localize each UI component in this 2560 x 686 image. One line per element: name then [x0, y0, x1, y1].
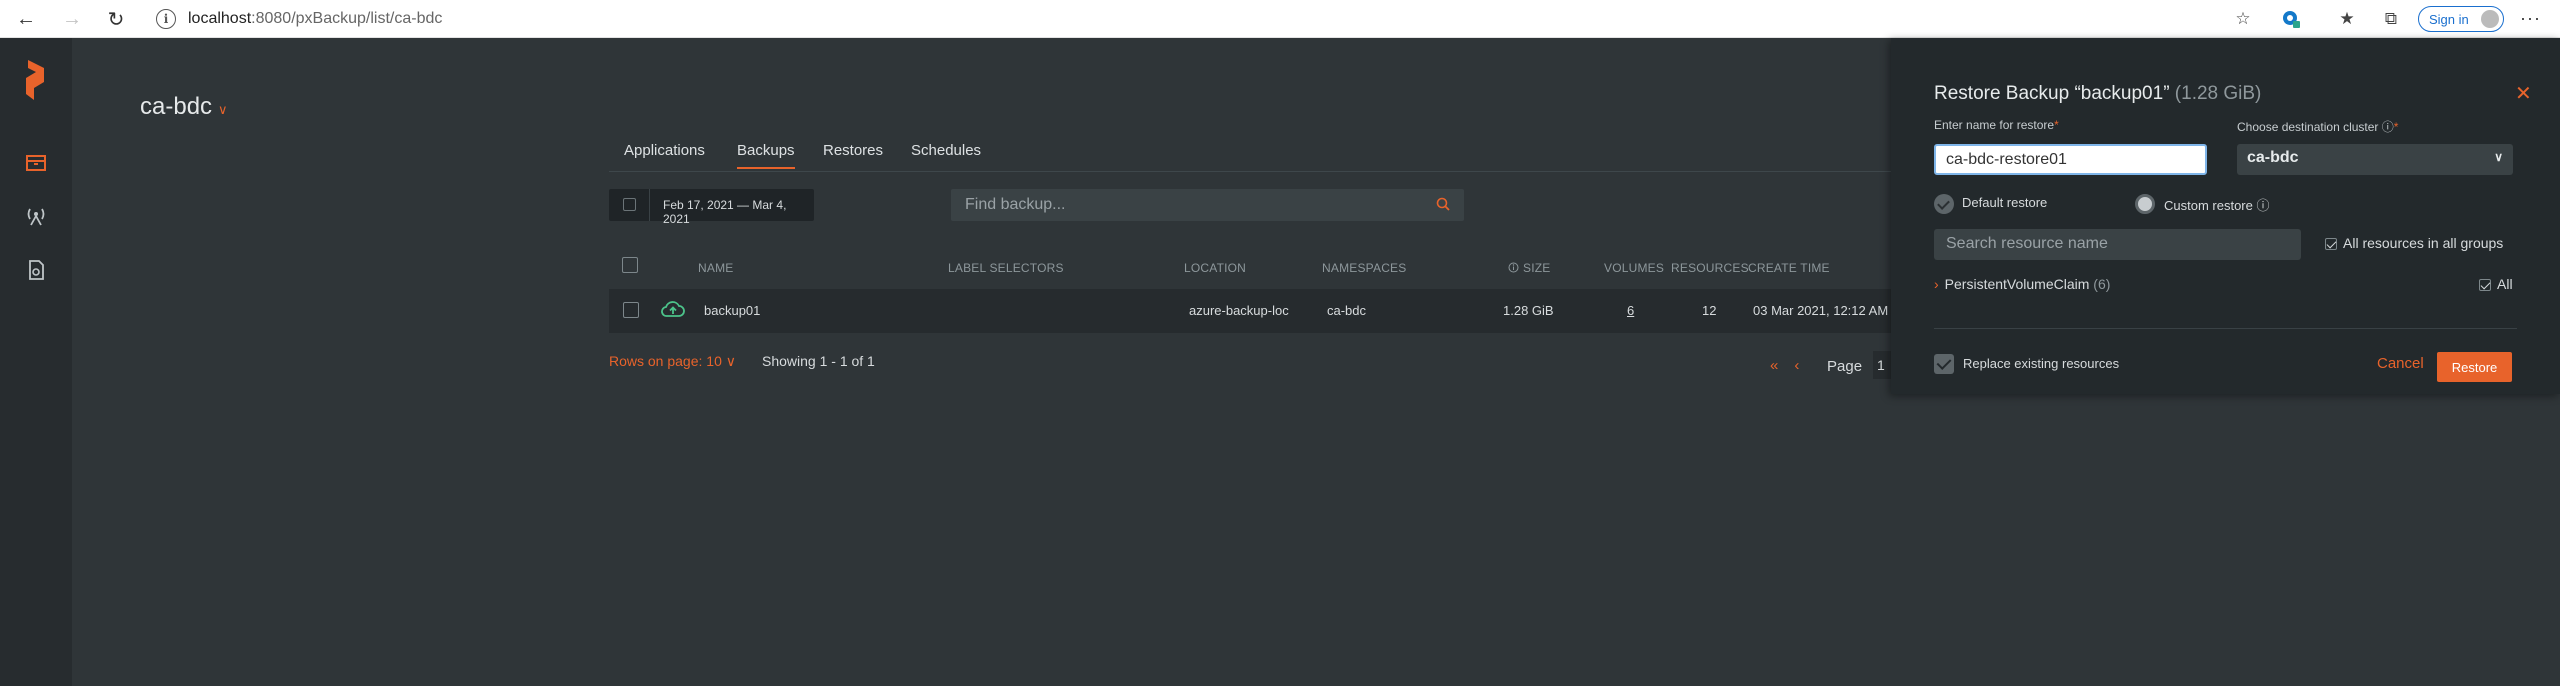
clusters-nav-icon[interactable]	[24, 204, 48, 228]
select-all-checkbox[interactable]	[622, 257, 638, 273]
chevron-down-icon: ∨	[218, 102, 228, 117]
column-header-resources: RESOURCES	[1671, 261, 1749, 275]
site-info-icon[interactable]: i	[156, 9, 176, 29]
required-marker: *	[2054, 118, 2059, 132]
tab-schedules[interactable]: Schedules	[911, 142, 981, 159]
forward-arrow-icon[interactable]: →	[60, 7, 84, 31]
backup-create-time: 03 Mar 2021, 12:12 AM	[1753, 303, 1889, 318]
group-all-checkbox[interactable]	[2479, 279, 2491, 291]
custom-restore-label: Custom restore ⓘ	[2164, 195, 2270, 214]
cloud-upload-icon	[661, 301, 685, 317]
browser-toolbar: ← → ↻ i localhost:8080/pxBackup/list/ca-…	[0, 0, 2560, 38]
panel-title: Restore Backup “backup01” (1.28 GiB)	[1934, 83, 2261, 105]
back-arrow-icon[interactable]: ←	[14, 7, 38, 31]
tab-restores[interactable]: Restores	[823, 142, 883, 159]
required-marker: *	[2393, 120, 2399, 134]
tab-backups[interactable]: Backups	[737, 142, 795, 169]
date-range-picker[interactable]: Feb 17, 2021 — Mar 4, 2021	[609, 189, 814, 226]
add-favorite-icon[interactable]: ☆	[2232, 8, 2254, 30]
column-header-create-time[interactable]: CREATE TIME	[1748, 261, 1830, 275]
backups-nav-icon[interactable]	[24, 150, 48, 174]
page-title: ca-bdc	[140, 93, 213, 120]
restore-name-label-text: Enter name for restore	[1934, 118, 2055, 132]
all-groups-checkbox[interactable]	[2325, 238, 2337, 250]
avatar-icon	[2481, 10, 2499, 28]
restore-backup-panel: Restore Backup “backup01” (1.28 GiB) ✕ E…	[1891, 38, 2560, 394]
divider	[649, 189, 650, 221]
info-icon	[1508, 262, 1519, 273]
size-header-label: SIZE	[1523, 261, 1551, 275]
backup-namespaces: ca-bdc	[1327, 303, 1367, 318]
rows-per-page-select[interactable]: Rows on page: 10 ∨	[609, 353, 736, 370]
showing-count: Showing 1 - 1 of 1	[762, 353, 875, 369]
backup-name[interactable]: backup01	[704, 303, 760, 318]
app-sidebar	[0, 38, 72, 686]
backup-resources: 12	[1702, 303, 1717, 318]
panel-title-text: Restore Backup “backup01”	[1934, 83, 2170, 104]
custom-restore-radio[interactable]	[2135, 194, 2155, 214]
restore-button[interactable]: Restore	[2437, 352, 2512, 382]
custom-restore-label-text: Custom restore	[2164, 198, 2253, 213]
backup-location: azure-backup-loc	[1189, 303, 1289, 318]
row-checkbox[interactable]	[623, 302, 639, 318]
column-header-volumes: VOLUMES	[1604, 261, 1665, 275]
chevron-down-icon: ∨	[725, 353, 736, 369]
rows-per-page-label: Rows on page: 10	[609, 353, 722, 369]
cluster-label-text: Choose destination cluster	[2237, 120, 2379, 134]
table-row[interactable]: backup01 azure-backup-loc ca-bdc 1.28 Gi…	[609, 289, 1899, 333]
all-groups-label: All resources in all groups	[2343, 235, 2504, 251]
info-icon: ⓘ	[2256, 198, 2270, 213]
url-host: localhost	[188, 10, 252, 27]
divider	[1934, 328, 2517, 329]
chevron-down-icon: ∨	[2494, 150, 2503, 164]
url-path: :8080/pxBackup/list/ca-bdc	[251, 10, 443, 27]
column-header-label-selectors: LABEL SELECTORS	[948, 261, 1064, 275]
group-all-label: All	[2497, 276, 2513, 292]
page-label: Page	[1827, 358, 1863, 375]
info-icon: ⓘ	[2381, 120, 2394, 134]
replace-existing-checkbox[interactable]	[1934, 354, 1954, 374]
address-bar[interactable]: localhost:8080/pxBackup/list/ca-bdc	[188, 10, 442, 28]
resource-group-toggle[interactable]: › PersistentVolumeClaim (6)	[1934, 276, 2110, 292]
close-icon[interactable]: ✕	[2515, 81, 2532, 106]
sign-in-button[interactable]: Sign in	[2418, 6, 2504, 32]
backup-volumes-link[interactable]: 6	[1627, 303, 1634, 318]
more-options-icon[interactable]: ···	[2520, 8, 2541, 29]
restore-name-label: Enter name for restore*	[1934, 118, 2059, 132]
column-header-size[interactable]: SIZE	[1508, 261, 1550, 275]
replace-existing-label: Replace existing resources	[1963, 356, 2120, 371]
column-header-namespaces: NAMESPACES	[1322, 261, 1407, 275]
restore-name-input[interactable]: ca-bdc-restore01	[1934, 144, 2207, 175]
find-backup-input[interactable]: Find backup...	[951, 189, 1464, 221]
default-restore-label: Default restore	[1962, 195, 2048, 210]
first-prev-page-icons[interactable]: «‹	[1770, 357, 1815, 374]
column-header-name[interactable]: NAME	[698, 261, 733, 275]
resource-group-name: PersistentVolumeClaim	[1944, 276, 2090, 292]
extension-icon[interactable]	[2280, 8, 2302, 30]
date-range-text: Feb 17, 2021 — Mar 4, 2021	[663, 198, 787, 226]
search-resource-input[interactable]: Search resource name	[1934, 229, 2301, 260]
cancel-button[interactable]: Cancel	[2377, 355, 2424, 372]
resource-group-count: (6)	[2093, 276, 2111, 292]
default-restore-radio[interactable]	[1934, 194, 1954, 214]
backup-size: 1.28 GiB	[1503, 303, 1554, 318]
find-backup-placeholder: Find backup...	[965, 196, 1066, 213]
collections-icon[interactable]: ⧉	[2380, 8, 2402, 30]
portworx-logo-icon[interactable]	[22, 58, 50, 102]
destination-cluster-value: ca-bdc	[2247, 149, 2299, 166]
sign-in-label: Sign in	[2429, 11, 2469, 27]
cluster-label: Choose destination cluster ⓘ*	[2237, 118, 2398, 135]
favorites-icon[interactable]: ★	[2336, 8, 2358, 30]
reload-icon[interactable]: ↻	[104, 7, 128, 31]
tab-bar: Applications Backups Restores Schedules	[609, 140, 1899, 172]
destination-cluster-select[interactable]: ca-bdc ∨	[2237, 144, 2513, 175]
chevron-right-icon: ›	[1934, 276, 1939, 292]
search-icon	[1436, 197, 1450, 211]
column-header-location[interactable]: LOCATION	[1184, 261, 1246, 275]
settings-nav-icon[interactable]	[24, 258, 48, 282]
calendar-icon	[623, 198, 636, 211]
panel-title-size: (1.28 GiB)	[2174, 83, 2262, 104]
cluster-selector[interactable]: ca-bdc ∨	[140, 93, 228, 121]
tab-applications[interactable]: Applications	[624, 142, 705, 159]
